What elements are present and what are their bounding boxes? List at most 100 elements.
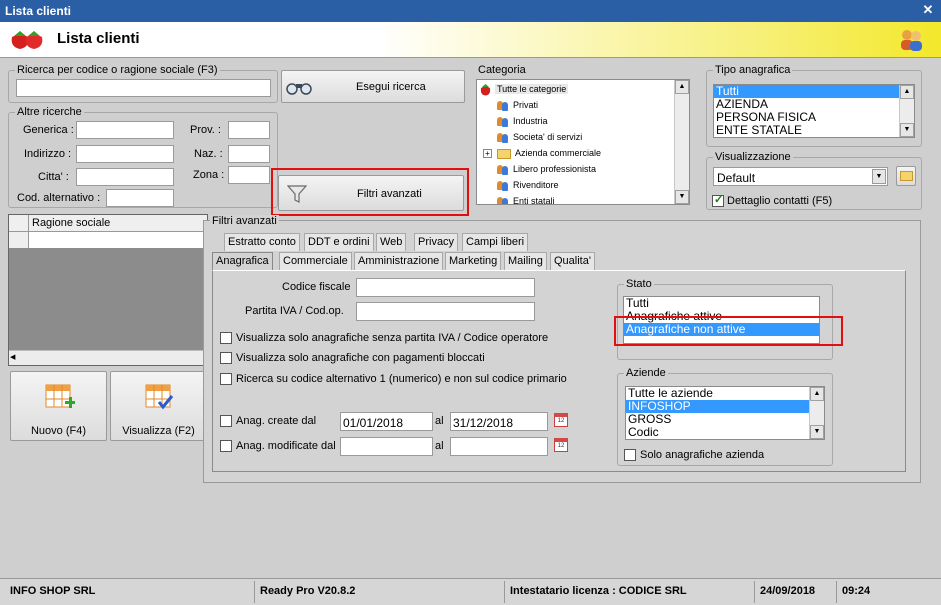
chevron-down-icon[interactable]: ▼ (872, 169, 886, 184)
create-from-value: 01/01/2018 (343, 416, 404, 430)
scroll-down-icon[interactable]: ▼ (900, 123, 914, 137)
visualizza-button[interactable]: Visualizza (F2) (110, 371, 207, 441)
tabs-bottom-row: Anagrafica Commerciale Amministrazione M… (212, 252, 612, 271)
users-icon[interactable] (898, 28, 924, 52)
stato-label: Stato (624, 278, 654, 290)
expand-icon[interactable]: + (483, 149, 492, 159)
codice-alternativo-checkbox[interactable] (220, 373, 232, 385)
tab-estratto-conto[interactable]: Estratto conto (224, 233, 300, 251)
dettaglio-contatti-checkbox[interactable]: ✓ (712, 194, 724, 207)
binoculars-icon (286, 83, 312, 95)
category-label: Libero professionista (513, 164, 597, 174)
nuovo-button[interactable]: Nuovo (F4) (10, 371, 107, 441)
mod-from-input[interactable] (340, 437, 433, 456)
category-item[interactable]: Libero professionista (497, 161, 596, 177)
category-label: Enti statali (513, 196, 555, 205)
create-from-input[interactable]: 01/01/2018 (340, 412, 433, 431)
esegui-ricerca-button[interactable]: Esegui ricerca (281, 70, 465, 103)
categoria-scrollbar[interactable]: ▲ ▼ (674, 80, 689, 204)
category-label: Rivenditore (513, 180, 559, 190)
partita-iva-label: Partita IVA / Cod.op. (245, 305, 344, 317)
scroll-up-icon[interactable]: ▲ (810, 387, 824, 401)
aziende-scrollbar[interactable]: ▲ ▼ (809, 387, 824, 439)
anag-create-checkbox[interactable] (220, 415, 232, 427)
category-item[interactable]: Rivenditore (497, 177, 559, 193)
naz-input[interactable] (228, 145, 270, 163)
tipo-item[interactable]: ENTE STATALE (714, 124, 914, 137)
senza-piva-label: Visualizza solo anagrafiche senza partit… (236, 332, 549, 344)
calendar-icon[interactable]: 12 (554, 438, 568, 452)
category-item[interactable]: Industria (497, 113, 548, 129)
solo-aziende-checkbox[interactable] (624, 449, 636, 461)
naz-label: Naz. : (194, 148, 223, 160)
tipo-anagrafica-list[interactable]: Tutti AZIENDA PERSONA FISICA ENTE STATAL… (713, 84, 915, 138)
codice-fiscale-input[interactable] (356, 278, 535, 297)
status-time: 09:24 (842, 585, 871, 597)
strawberry-icon (11, 31, 43, 49)
aziende-label: Aziende (624, 367, 668, 379)
category-item[interactable]: Societa' di servizi (497, 129, 582, 145)
indirizzo-input[interactable] (76, 145, 174, 163)
visualizzazione-value: Default (717, 171, 756, 185)
category-item[interactable]: Tutte le categorie (479, 81, 569, 97)
folder-button[interactable] (896, 166, 916, 186)
tab-qualita[interactable]: Qualita' (550, 252, 595, 270)
grid-hscrollbar[interactable]: ◀ (9, 350, 207, 365)
mod-to-input[interactable] (450, 437, 548, 456)
tab-anagrafica[interactable]: Anagrafica (212, 252, 273, 270)
anag-create-label: Anag. create dal (236, 415, 317, 427)
visualizzazione-select[interactable]: Default ▼ (713, 167, 888, 186)
aziende-list[interactable]: Tutte le aziende INFOSHOP GROSS Codic ▲ … (625, 386, 825, 440)
partita-iva-input[interactable] (356, 302, 535, 321)
search-input[interactable] (16, 79, 271, 97)
al-label-2: al (435, 440, 444, 452)
category-item[interactable]: Enti statali (497, 193, 555, 205)
anag-modificate-label: Anag. modificate dal (236, 440, 336, 452)
generica-label: Generica : (23, 124, 74, 136)
pagamenti-bloccati-checkbox[interactable] (220, 352, 232, 364)
senza-piva-checkbox[interactable] (220, 332, 232, 344)
tab-mailing[interactable]: Mailing (504, 252, 547, 270)
tab-ddt-ordini[interactable]: DDT e ordini (304, 233, 374, 251)
scroll-up-icon[interactable]: ▲ (900, 85, 914, 99)
tab-commerciale[interactable]: Commerciale (279, 252, 352, 270)
nuovo-label: Nuovo (F4) (30, 425, 87, 437)
people-icon (497, 164, 509, 176)
cod-alternativo-label: Cod. alternativo : (17, 192, 101, 204)
search-group-label: Ricerca per codice o ragione sociale (F3… (15, 64, 220, 76)
tab-web[interactable]: Web (376, 233, 407, 251)
tab-amministrazione[interactable]: Amministrazione (354, 252, 444, 270)
row-indicator (9, 232, 29, 248)
tab-privacy[interactable]: Privacy (414, 233, 459, 251)
scroll-down-icon[interactable]: ▼ (675, 190, 689, 204)
citta-input[interactable] (76, 168, 174, 186)
zona-input[interactable] (228, 166, 270, 184)
generica-input[interactable] (76, 121, 174, 139)
tab-marketing[interactable]: Marketing (445, 252, 502, 270)
prov-input[interactable] (228, 121, 270, 139)
view-table-icon (145, 384, 174, 410)
visualizza-label: Visualizza (F2) (122, 425, 195, 437)
category-item[interactable]: Privati (497, 97, 538, 113)
status-divider (836, 581, 837, 603)
header-bar: Lista clienti (0, 22, 941, 58)
scroll-left-icon[interactable]: ◀ (10, 351, 15, 365)
create-to-input[interactable]: 31/12/2018 (450, 412, 548, 431)
folder-icon (497, 148, 511, 159)
scroll-down-icon[interactable]: ▼ (810, 425, 824, 439)
col-ragione-sociale[interactable]: Ragione sociale (32, 217, 110, 229)
window-titlebar: Lista clienti ✕ (0, 0, 941, 22)
status-bar: INFO SHOP SRL Ready Pro V20.8.2 Intestat… (0, 578, 941, 605)
anag-modificate-checkbox[interactable] (220, 440, 232, 452)
close-icon[interactable]: ✕ (921, 3, 935, 17)
calendar-icon[interactable]: 12 (554, 413, 568, 427)
categoria-tree[interactable]: Tutte le categorie Privati Industria Soc… (476, 79, 690, 205)
scroll-up-icon[interactable]: ▲ (675, 80, 689, 94)
azienda-item[interactable]: Codic (626, 426, 824, 439)
results-grid[interactable]: Ragione sociale ◀ (8, 214, 208, 366)
tipo-scrollbar[interactable]: ▲ ▼ (899, 85, 914, 137)
category-item[interactable]: + Azienda commerciale (483, 145, 601, 161)
tab-campi-liberi[interactable]: Campi liberi (462, 233, 529, 251)
table-row[interactable] (9, 232, 207, 248)
cod-alternativo-input[interactable] (106, 189, 174, 207)
